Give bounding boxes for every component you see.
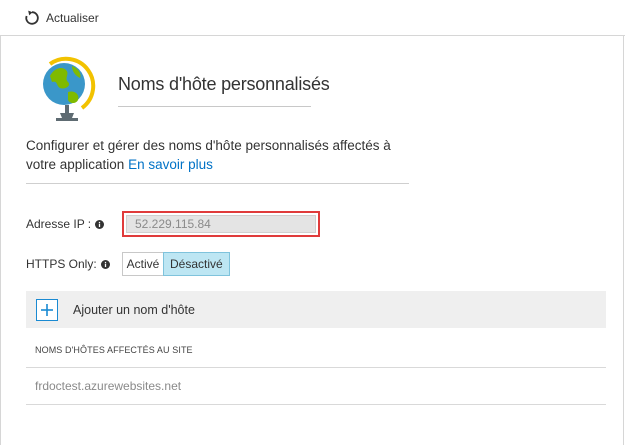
https-only-toggle: Activé Désactivé xyxy=(122,252,230,276)
add-hostname-button[interactable]: Ajouter un nom d'hôte xyxy=(26,291,606,328)
refresh-button[interactable]: Actualiser xyxy=(24,8,99,28)
https-on-option[interactable]: Activé xyxy=(123,253,163,275)
info-icon[interactable] xyxy=(95,219,105,229)
toolbar: Actualiser xyxy=(0,0,625,36)
plus-icon xyxy=(36,298,58,321)
table-row[interactable]: frdoctest.azurewebsites.net xyxy=(35,379,181,393)
add-hostname-label: Ajouter un nom d'hôte xyxy=(73,302,195,317)
page-title: Noms d'hôte personnalisés xyxy=(118,74,330,94)
description: Configurer et gérer des noms d'hôte pers… xyxy=(26,136,416,174)
description-divider xyxy=(26,183,409,184)
globe-icon xyxy=(43,56,96,121)
refresh-label: Actualiser xyxy=(46,11,99,25)
table-divider xyxy=(26,367,606,368)
title-divider xyxy=(118,106,311,107)
refresh-icon xyxy=(25,10,39,25)
https-off-option[interactable]: Désactivé xyxy=(163,252,230,276)
ip-address-label: Adresse IP : xyxy=(26,216,105,232)
ip-address-field[interactable] xyxy=(126,215,316,233)
https-only-label-text: HTTPS Only: xyxy=(26,257,97,271)
table-divider xyxy=(26,404,606,405)
https-only-label: HTTPS Only: xyxy=(26,256,110,272)
info-icon[interactable] xyxy=(100,259,110,269)
ip-address-highlight xyxy=(122,211,320,237)
learn-more-link[interactable]: En savoir plus xyxy=(128,157,213,172)
ip-address-label-text: Adresse IP : xyxy=(26,217,92,231)
hostnames-column-header: NOMS D'HÔTES AFFECTÉS AU SITE xyxy=(35,345,193,355)
